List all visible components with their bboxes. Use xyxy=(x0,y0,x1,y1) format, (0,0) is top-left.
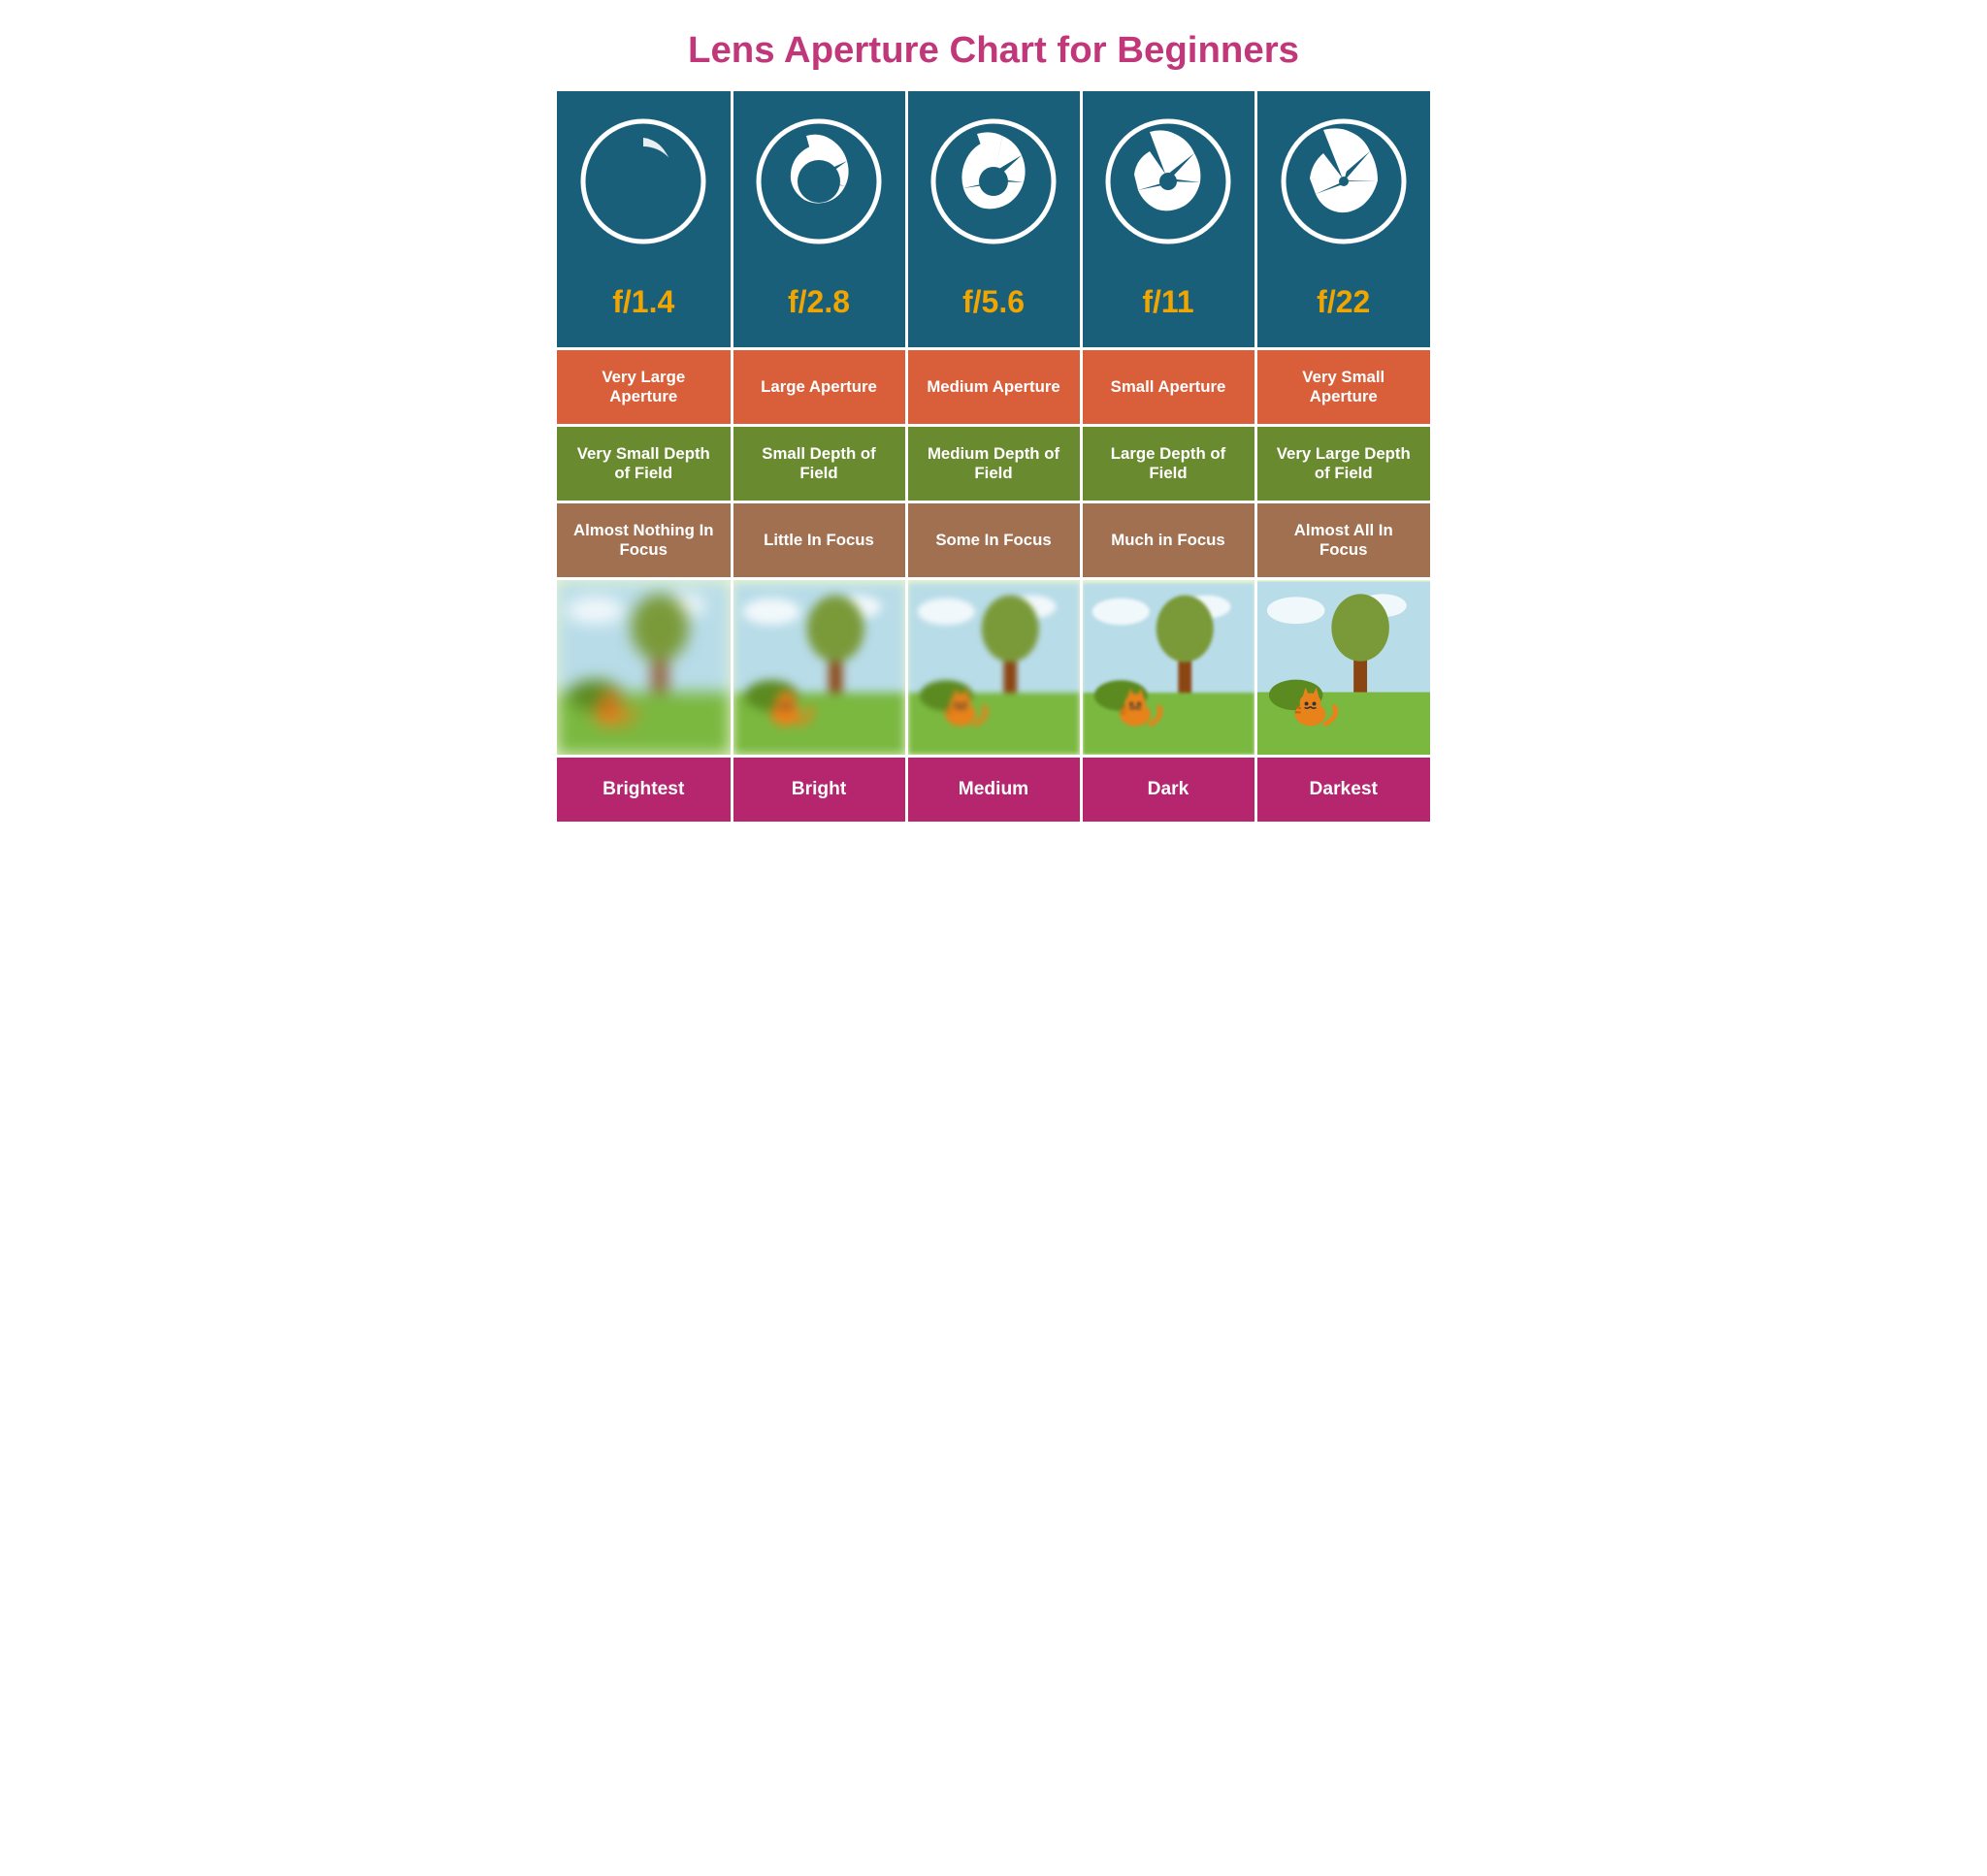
scene-row xyxy=(557,579,1430,757)
dof-3: Medium Depth of Field xyxy=(906,426,1081,502)
focus-row: Almost Nothing In Focus Little In Focus … xyxy=(557,502,1430,579)
aperture-size-2: Large Aperture xyxy=(732,349,906,426)
col-5-icon xyxy=(1255,91,1430,275)
aperture-icons-row xyxy=(557,91,1430,275)
fstop-3: f/5.6 xyxy=(906,275,1081,349)
fstop-row: f/1.4 f/2.8 f/5.6 f/11 f/22 xyxy=(557,275,1430,349)
aperture-size-1: Very Large Aperture xyxy=(557,349,732,426)
focus-3: Some In Focus xyxy=(906,502,1081,579)
col-3-icon xyxy=(906,91,1081,275)
fstop-2: f/2.8 xyxy=(732,275,906,349)
scene-1 xyxy=(557,579,732,757)
scene-2 xyxy=(732,579,906,757)
brightness-5: Darkest xyxy=(1255,757,1430,823)
focus-1: Almost Nothing In Focus xyxy=(557,502,732,579)
brightness-4: Dark xyxy=(1081,757,1255,823)
scene-5 xyxy=(1255,579,1430,757)
fstop-5: f/22 xyxy=(1255,275,1430,349)
aperture-size-5: Very Small Aperture xyxy=(1255,349,1430,426)
page-title: Lens Aperture Chart for Beginners xyxy=(557,0,1430,91)
dof-1: Very Small Depth of Field xyxy=(557,426,732,502)
fstop-1: f/1.4 xyxy=(557,275,732,349)
dof-4: Large Depth of Field xyxy=(1081,426,1255,502)
fstop-4: f/11 xyxy=(1081,275,1255,349)
focus-5: Almost All In Focus xyxy=(1255,502,1430,579)
aperture-size-3: Medium Aperture xyxy=(906,349,1081,426)
dof-row: Very Small Depth of Field Small Depth of… xyxy=(557,426,1430,502)
focus-2: Little In Focus xyxy=(732,502,906,579)
scene-3 xyxy=(906,579,1081,757)
aperture-size-4: Small Aperture xyxy=(1081,349,1255,426)
aperture-size-row: Very Large Aperture Large Aperture Mediu… xyxy=(557,349,1430,426)
col-2-icon xyxy=(732,91,906,275)
dof-5: Very Large Depth of Field xyxy=(1255,426,1430,502)
brightness-2: Bright xyxy=(732,757,906,823)
col-1-icon xyxy=(557,91,732,275)
brightness-row: Brightest Bright Medium Dark Darkest xyxy=(557,757,1430,823)
scene-4 xyxy=(1081,579,1255,757)
brightness-1: Brightest xyxy=(557,757,732,823)
col-4-icon xyxy=(1081,91,1255,275)
focus-4: Much in Focus xyxy=(1081,502,1255,579)
brightness-3: Medium xyxy=(906,757,1081,823)
dof-2: Small Depth of Field xyxy=(732,426,906,502)
